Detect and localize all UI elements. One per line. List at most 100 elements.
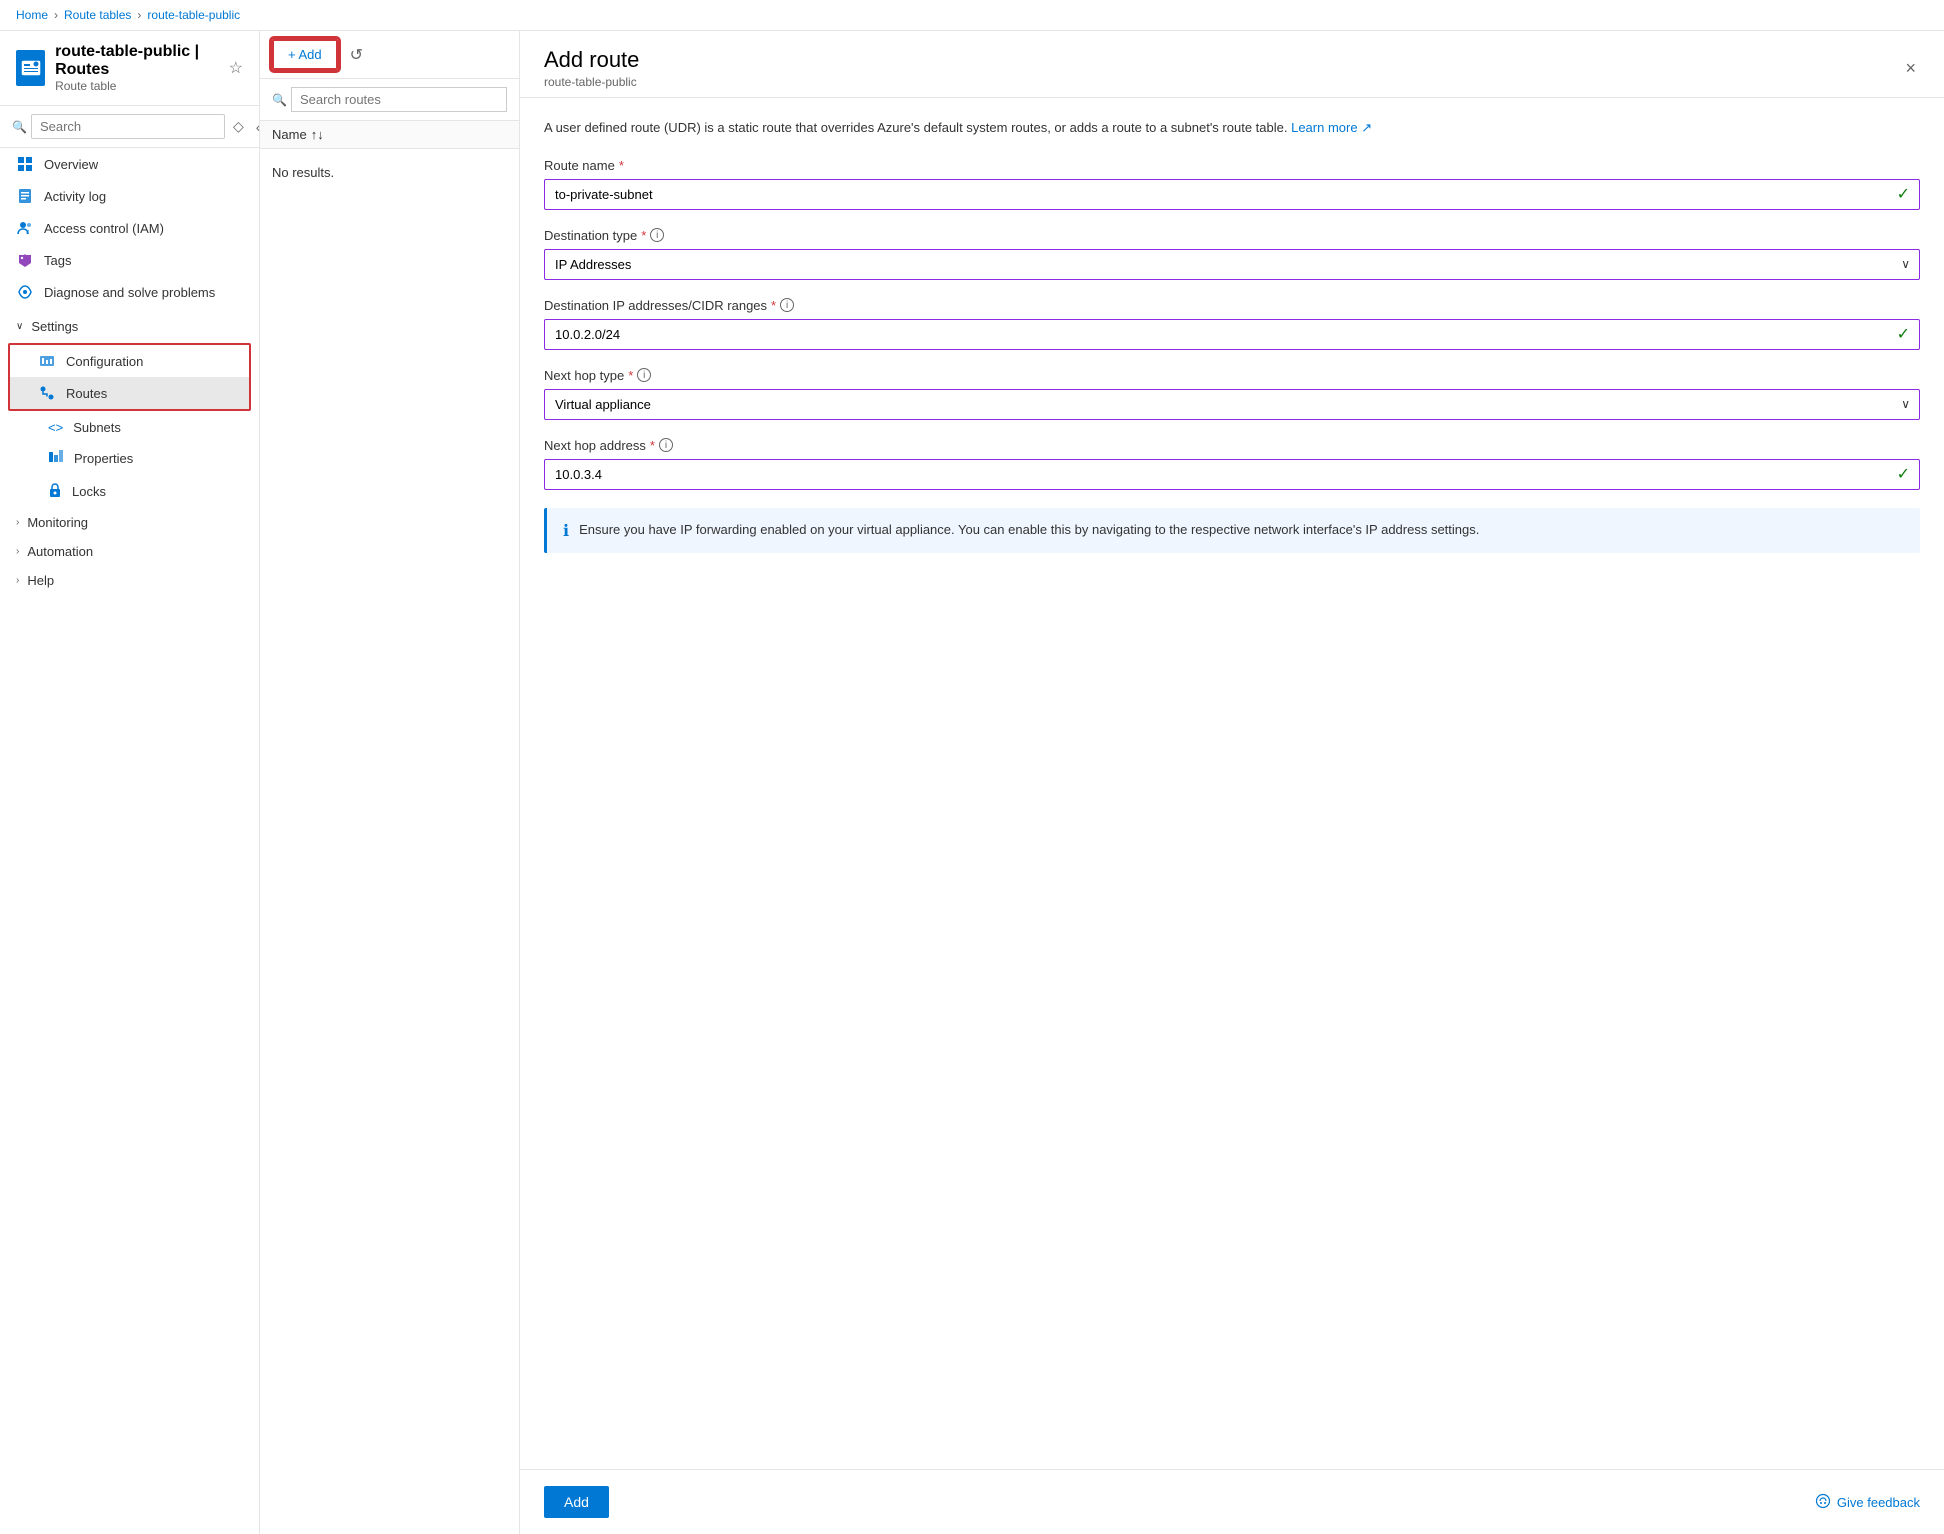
next-hop-address-valid-icon: ✓ xyxy=(1897,464,1910,484)
search-input[interactable] xyxy=(31,114,225,139)
sidebar-item-label-subnets: Subnets xyxy=(73,420,121,435)
sidebar: route-table-public | Routes Route table … xyxy=(0,31,260,1534)
search-icon: 🔍 xyxy=(12,120,27,134)
info-box-icon: ℹ xyxy=(563,521,569,541)
required-marker: * xyxy=(619,158,624,173)
access-control-icon xyxy=(16,219,34,237)
info-box-text: Ensure you have IP forwarding enabled on… xyxy=(579,520,1479,541)
nav-collapse-icon[interactable]: « xyxy=(252,117,260,137)
destination-type-info-icon[interactable]: i xyxy=(650,228,664,242)
tags-icon xyxy=(16,251,34,269)
description-text: A user defined route (UDR) is a static r… xyxy=(544,118,1920,138)
sidebar-item-label-activity-log: Activity log xyxy=(44,189,106,204)
sidebar-item-label-properties: Properties xyxy=(74,451,133,466)
panel-body: A user defined route (UDR) is a static r… xyxy=(520,98,1944,1469)
give-feedback-button[interactable]: Give feedback xyxy=(1815,1493,1920,1512)
sidebar-item-locks[interactable]: Locks xyxy=(0,475,259,508)
destination-ip-input-wrapper: ✓ xyxy=(544,319,1920,350)
destination-ip-info-icon[interactable]: i xyxy=(780,298,794,312)
add-submit-button[interactable]: Add xyxy=(544,1486,609,1518)
next-hop-address-input-wrapper: ✓ xyxy=(544,459,1920,490)
sidebar-item-configuration[interactable]: Configuration xyxy=(10,345,249,377)
route-name-valid-icon: ✓ xyxy=(1897,184,1910,204)
nav-settings-icon[interactable]: ◇ xyxy=(229,116,248,137)
sidebar-item-label-help: Help xyxy=(27,573,54,588)
add-button[interactable]: + Add xyxy=(272,39,338,70)
next-hop-address-group: Next hop address * i ✓ xyxy=(544,438,1920,490)
locks-icon xyxy=(48,482,62,501)
feedback-label: Give feedback xyxy=(1837,1495,1920,1510)
next-hop-type-label: Next hop type * i xyxy=(544,368,1920,383)
sidebar-search-container: 🔍 ◇ « xyxy=(0,106,259,148)
sidebar-item-diagnose[interactable]: Diagnose and solve problems xyxy=(0,276,259,308)
toolbar: + Add ↺ xyxy=(260,31,519,79)
resource-title: route-table-public | Routes xyxy=(55,43,219,79)
close-button[interactable]: × xyxy=(1901,54,1920,83)
route-name-input[interactable] xyxy=(544,179,1920,210)
route-name-label: Route name * xyxy=(544,158,1920,173)
sidebar-item-label-tags: Tags xyxy=(44,253,71,268)
breadcrumb-current[interactable]: route-table-public xyxy=(147,8,240,22)
next-hop-address-input[interactable] xyxy=(544,459,1920,490)
settings-section-header[interactable]: ∨ Settings xyxy=(0,312,259,341)
destination-ip-input[interactable] xyxy=(544,319,1920,350)
center-panel: + Add ↺ 🔍 Name ↑↓ No results. xyxy=(260,31,520,1534)
panel-title: Add route xyxy=(544,47,639,73)
resource-subtitle: Route table xyxy=(55,79,219,93)
next-hop-type-info-icon[interactable]: i xyxy=(637,368,651,382)
breadcrumb-home[interactable]: Home xyxy=(16,8,48,22)
resource-header: route-table-public | Routes Route table … xyxy=(0,31,259,106)
route-search-input[interactable] xyxy=(291,87,507,112)
info-box: ℹ Ensure you have IP forwarding enabled … xyxy=(544,508,1920,553)
resource-icon xyxy=(16,50,45,86)
sidebar-item-monitoring[interactable]: › Monitoring xyxy=(0,508,259,537)
automation-arrow-icon: › xyxy=(16,546,19,557)
next-hop-type-group: Next hop type * i Virtual appliance Virt… xyxy=(544,368,1920,420)
sidebar-item-access-control[interactable]: Access control (IAM) xyxy=(0,212,259,244)
destination-ip-valid-icon: ✓ xyxy=(1897,324,1910,344)
sidebar-item-routes[interactable]: Routes xyxy=(10,377,249,409)
breadcrumb-route-tables[interactable]: Route tables xyxy=(64,8,131,22)
settings-section-content: Configuration Routes xyxy=(8,343,251,411)
panel-header: Add route route-table-public × xyxy=(520,31,1944,98)
sidebar-item-properties[interactable]: Properties xyxy=(0,442,259,475)
required-marker-4: * xyxy=(628,368,633,383)
sidebar-item-label-configuration: Configuration xyxy=(66,354,143,369)
next-hop-type-select-wrapper: Virtual appliance Virtual network gatewa… xyxy=(544,389,1920,420)
monitoring-arrow-icon: › xyxy=(16,517,19,528)
sidebar-item-subnets[interactable]: <> Subnets xyxy=(0,413,259,442)
destination-ip-group: Destination IP addresses/CIDR ranges * i… xyxy=(544,298,1920,350)
overview-icon xyxy=(16,155,34,173)
no-results-text: No results. xyxy=(260,149,519,196)
table-header: Name ↑↓ xyxy=(260,121,519,149)
learn-more-link[interactable]: Learn more ↗ xyxy=(1291,120,1372,135)
favorite-icon[interactable]: ☆ xyxy=(229,58,243,78)
diagnose-icon xyxy=(16,283,34,301)
sort-icon[interactable]: ↑↓ xyxy=(311,127,324,142)
configuration-icon xyxy=(38,352,56,370)
breadcrumb: Home › Route tables › route-table-public xyxy=(0,0,1944,31)
panel-footer: Add Give feedback xyxy=(520,1469,1944,1534)
destination-type-select[interactable]: IP Addresses Service Tag Virtual network… xyxy=(544,249,1920,280)
sidebar-item-label-routes: Routes xyxy=(66,386,107,401)
sidebar-item-label-overview: Overview xyxy=(44,157,98,172)
next-hop-address-info-icon[interactable]: i xyxy=(659,438,673,452)
destination-ip-label: Destination IP addresses/CIDR ranges * i xyxy=(544,298,1920,313)
next-hop-address-label: Next hop address * i xyxy=(544,438,1920,453)
help-arrow-icon: › xyxy=(16,575,19,586)
settings-section: ∨ Settings Configuration Routes xyxy=(0,312,259,413)
name-column-header: Name xyxy=(272,127,307,142)
next-hop-type-select[interactable]: Virtual appliance Virtual network gatewa… xyxy=(544,389,1920,420)
panel-subtitle: route-table-public xyxy=(544,75,639,89)
sidebar-item-help[interactable]: › Help xyxy=(0,566,259,595)
sidebar-item-automation[interactable]: › Automation xyxy=(0,537,259,566)
destination-type-group: Destination type * i IP Addresses Servic… xyxy=(544,228,1920,280)
routes-icon xyxy=(38,384,56,402)
subnets-icon: <> xyxy=(48,420,63,435)
sidebar-item-overview[interactable]: Overview xyxy=(0,148,259,180)
refresh-button[interactable]: ↺ xyxy=(346,41,367,69)
activity-log-icon xyxy=(16,187,34,205)
sidebar-item-tags[interactable]: Tags xyxy=(0,244,259,276)
sidebar-item-label-monitoring: Monitoring xyxy=(27,515,88,530)
sidebar-item-activity-log[interactable]: Activity log xyxy=(0,180,259,212)
